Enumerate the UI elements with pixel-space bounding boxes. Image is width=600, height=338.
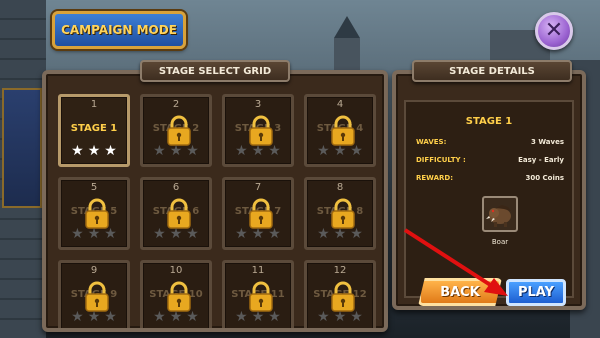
stage-select-panel: 1STAGE 1★★★2STAGE 2★★★3STAGE 3★★★4STAGE … — [42, 70, 388, 332]
star-rating: ★ ★ ★ — [143, 310, 209, 324]
star-empty-icon: ★ — [235, 309, 248, 325]
star-empty-icon: ★ — [104, 309, 117, 325]
stage-number: 12 — [333, 265, 347, 276]
close-icon: ✕ — [544, 18, 564, 43]
star-empty-icon: ★ — [153, 309, 166, 325]
stage-select-title: STAGE SELECT GRID — [140, 60, 290, 82]
star-empty-icon: ★ — [350, 309, 363, 325]
star-rating: ★ ★ ★ — [307, 310, 373, 324]
star-filled-icon: ★ — [104, 143, 117, 159]
stage-number: 9 — [90, 265, 98, 276]
star-empty-icon: ★ — [350, 226, 363, 242]
stage-card-1[interactable]: 1 STAGE 1 ★ ★ ★ — [58, 94, 130, 167]
stage-card-3[interactable]: 3STAGE 3★★★ — [222, 94, 294, 167]
star-empty-icon: ★ — [235, 226, 248, 242]
star-empty-icon: ★ — [169, 309, 183, 325]
star-empty-icon: ★ — [251, 309, 265, 325]
enemy-name: Boar — [491, 238, 509, 246]
star-empty-icon: ★ — [251, 143, 265, 159]
stage-details-title: STAGE DETAILS — [412, 60, 572, 82]
star-empty-icon: ★ — [153, 143, 166, 159]
star-rating: ★ ★ ★ — [143, 144, 209, 158]
waves-row: WAVES: 3 Waves — [416, 138, 564, 146]
difficulty-label: DIFFICULTY : — [416, 156, 466, 164]
waves-value: 3 Waves — [531, 138, 564, 146]
star-empty-icon: ★ — [87, 226, 101, 242]
stage-number: 10 — [169, 265, 183, 276]
star-filled-icon: ★ — [87, 143, 101, 159]
star-empty-icon: ★ — [268, 143, 281, 159]
stage-card-9[interactable]: 9STAGE 9★★★ — [58, 260, 130, 328]
stage-card-6[interactable]: 6STAGE 6★★★ — [140, 177, 212, 250]
stage-number: 3 — [254, 99, 262, 110]
star-empty-icon: ★ — [169, 226, 183, 242]
star-empty-icon: ★ — [317, 226, 330, 242]
star-rating: ★ ★ ★ — [225, 144, 291, 158]
star-rating: ★ ★ ★ — [225, 310, 291, 324]
star-empty-icon: ★ — [333, 309, 347, 325]
stage-card-8[interactable]: 8STAGE 8★★★ — [304, 177, 376, 250]
selected-stage-name: STAGE 1 — [465, 116, 513, 127]
stage-label: STAGE 1 — [70, 123, 118, 134]
star-empty-icon: ★ — [169, 143, 183, 159]
star-empty-icon: ★ — [71, 309, 84, 325]
stage-card-7[interactable]: 7STAGE 7★★★ — [222, 177, 294, 250]
back-button[interactable]: BACK — [418, 278, 502, 306]
waves-label: WAVES: — [416, 138, 447, 146]
stage-number: 8 — [336, 182, 344, 193]
star-rating: ★ ★ ★ — [307, 144, 373, 158]
star-rating: ★ ★ ★ — [307, 227, 373, 241]
star-empty-icon: ★ — [333, 143, 347, 159]
reward-value: 300 Coins — [525, 174, 564, 182]
star-empty-icon: ★ — [71, 226, 84, 242]
star-rating: ★ ★ ★ — [225, 227, 291, 241]
star-empty-icon: ★ — [186, 226, 199, 242]
star-empty-icon: ★ — [268, 309, 281, 325]
difficulty-row: DIFFICULTY : Easy - Early — [416, 156, 564, 164]
star-empty-icon: ★ — [235, 143, 248, 159]
star-rating: ★ ★ ★ — [61, 310, 127, 324]
boar-icon — [482, 196, 518, 232]
star-empty-icon: ★ — [268, 226, 281, 242]
stage-number: 11 — [251, 265, 265, 276]
stage-card-11[interactable]: 11 STAGE 11 ★ ★ ★ — [222, 260, 294, 328]
star-rating: ★ ★ ★ — [61, 144, 127, 158]
star-empty-icon: ★ — [87, 309, 101, 325]
stage-card-10[interactable]: 10 STAGE 10 ★ ★ ★ — [140, 260, 212, 328]
stage-number: 1 — [90, 99, 98, 110]
stage-details-panel: STAGE 1 WAVES: 3 Waves DIFFICULTY : Easy… — [392, 70, 586, 310]
star-empty-icon: ★ — [317, 309, 330, 325]
stage-details-content: STAGE 1 WAVES: 3 Waves DIFFICULTY : Easy… — [404, 100, 574, 298]
star-empty-icon: ★ — [317, 143, 330, 159]
reward-label: REWARD: — [416, 174, 453, 182]
castle-banner — [2, 88, 42, 208]
play-button[interactable]: PLAY — [506, 279, 566, 306]
stage-number: 2 — [172, 99, 180, 110]
stage-number: 7 — [254, 182, 262, 193]
close-button[interactable]: ✕ — [535, 12, 573, 50]
stage-number: 6 — [172, 182, 180, 193]
stage-card-12[interactable]: 12 STAGE 12 ★ ★ ★ — [304, 260, 376, 328]
stage-grid: 1STAGE 1★★★2STAGE 2★★★3STAGE 3★★★4STAGE … — [58, 94, 376, 328]
stage-card-5[interactable]: 5STAGE 5★★★ — [58, 177, 130, 250]
stage-card-4[interactable]: 4STAGE 4★★★ — [304, 94, 376, 167]
star-empty-icon: ★ — [186, 143, 199, 159]
star-empty-icon: ★ — [251, 226, 265, 242]
star-empty-icon: ★ — [350, 143, 363, 159]
star-empty-icon: ★ — [104, 226, 117, 242]
star-rating: ★ ★ ★ — [61, 227, 127, 241]
campaign-mode-title: CAMPAIGN MODE — [52, 11, 186, 49]
star-rating: ★ ★ ★ — [143, 227, 209, 241]
star-empty-icon: ★ — [153, 226, 166, 242]
tower-roof — [334, 16, 360, 38]
difficulty-value: Easy - Early — [518, 156, 564, 164]
stage-number: 4 — [336, 99, 344, 110]
stage-number: 5 — [90, 182, 98, 193]
star-empty-icon: ★ — [333, 226, 347, 242]
stage-card-2[interactable]: 2STAGE 2★★★ — [140, 94, 212, 167]
star-empty-icon: ★ — [186, 309, 199, 325]
star-filled-icon: ★ — [71, 143, 84, 159]
reward-row: REWARD: 300 Coins — [416, 174, 564, 182]
